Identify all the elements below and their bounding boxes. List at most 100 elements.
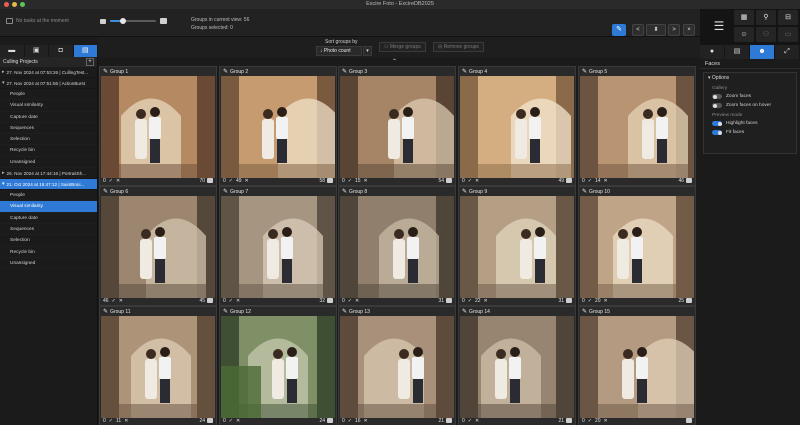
next-button[interactable]: > [668,24,680,36]
minimize-window-icon[interactable] [12,2,17,7]
remove-groups-button[interactable]: ⊟ Remove groups [433,42,484,52]
face-option-toggle[interactable]: Fit faces [704,128,796,137]
toggle-switch[interactable] [712,103,722,108]
check-icon[interactable]: ✓ [468,178,472,184]
filter-icon[interactable]: ⊟ [778,10,798,25]
project-subitem[interactable]: Capture date [0,112,97,123]
project-subitem[interactable]: Recycle bin [0,145,97,157]
reject-icon[interactable]: ✕ [236,418,240,424]
culling-tool-icon[interactable]: ☰ [708,15,730,37]
check-icon[interactable]: ✓ [112,298,116,304]
project-subitem[interactable]: Sequences [0,123,97,135]
check-icon[interactable]: ✓ [348,298,352,304]
check-icon[interactable]: ✓ [588,298,592,304]
edit-group-icon[interactable]: ✎ [582,68,587,75]
stack-icon[interactable] [327,418,333,423]
reject-icon[interactable]: ✕ [364,178,368,184]
edit-group-icon[interactable]: ✎ [582,308,587,315]
reject-icon[interactable]: ✕ [604,178,608,184]
project-subitem[interactable]: Unassigned [0,157,97,169]
edit-group-icon[interactable]: ✎ [103,188,108,195]
merge-groups-button[interactable]: ⚇ Merge groups [379,42,426,52]
check-icon[interactable]: ✓ [229,298,233,304]
edit-group-icon[interactable]: ✎ [462,68,467,75]
group-photo[interactable] [580,196,694,298]
toggle-switch[interactable] [712,130,722,135]
group-cell[interactable]: ✎ Group 15 0 ✓ 20 ✕ [578,306,696,425]
group-photo[interactable] [340,196,454,298]
check-icon[interactable]: ✓ [229,178,233,184]
options-toggle[interactable]: ▾ Options [704,73,796,83]
group-photo[interactable] [221,76,335,178]
window-controls[interactable] [4,2,25,7]
edit-group-icon[interactable]: ✎ [103,308,108,315]
stack-icon[interactable] [686,178,692,183]
face-icon[interactable]: ☺ [734,27,754,42]
check-icon[interactable]: ✓ [348,178,352,184]
group-photo[interactable] [460,316,574,418]
group-cell[interactable]: ✎ Group 9 0 ✓ 22 ✕ 31 [458,186,576,306]
check-icon[interactable]: ✓ [468,418,472,424]
group-cell[interactable]: ✎ Group 8 0 ✓ ✕ 31 [338,186,456,306]
project-item[interactable]: ▸ 27. Nov 2024 at 07:53:26 | CullingTest.… [0,67,97,78]
group-photo[interactable] [340,316,454,418]
project-subitem[interactable]: Selection [0,235,97,247]
tab-folders[interactable]: ▬ [0,45,25,57]
stack-icon[interactable] [686,298,692,303]
sort-select[interactable]: ↓ Photo count [316,46,362,56]
group-cell[interactable]: ✎ Group 5 0 ✓ 14 ✕ 46 [578,66,696,186]
check-icon[interactable]: ✓ [588,418,592,424]
tab-info[interactable]: ● [700,45,725,59]
close-view-button[interactable]: × [683,24,695,36]
prev-button[interactable]: < [632,24,644,36]
stack-icon[interactable] [446,178,452,183]
check-icon[interactable]: ✓ [109,178,113,184]
check-icon[interactable]: ✓ [468,298,472,304]
stack-icon[interactable] [327,298,333,303]
project-item[interactable]: ▾ 21. Oct 2024 at 16:47:12 | SaintBoni... [0,179,97,191]
collapsed-chevron-icon[interactable]: ▸ [2,69,5,75]
group-photo[interactable] [101,76,215,178]
project-subitem[interactable]: Visual similarity [0,201,97,213]
check-icon[interactable]: ✓ [229,418,233,424]
grid-view-icon[interactable]: ▦ [734,10,754,25]
group-photo[interactable] [580,316,694,418]
expanded-chevron-icon[interactable]: ▾ [2,80,5,86]
reject-icon[interactable]: ✕ [124,418,128,424]
export-icon[interactable]: ▭ [778,27,798,42]
edit-group-icon[interactable]: ✎ [223,68,228,75]
group-photo[interactable] [101,196,215,298]
check-icon[interactable]: ✓ [109,418,113,424]
face-option-toggle[interactable]: Zoom faces on hover [704,101,796,110]
location-icon[interactable]: ⚲ [756,10,776,25]
edit-group-icon[interactable]: ✎ [342,68,347,75]
check-icon[interactable]: ✓ [348,418,352,424]
check-icon[interactable]: ✓ [588,178,592,184]
edit-group-icon[interactable]: ✎ [462,308,467,315]
edit-group-icon[interactable]: ✎ [342,188,347,195]
project-subitem[interactable]: People [0,190,97,202]
edit-group-icon[interactable]: ✎ [582,188,587,195]
project-subitem[interactable]: Unassigned [0,258,97,270]
reject-icon[interactable]: ✕ [116,178,120,184]
group-photo[interactable] [580,76,694,178]
sort-dropdown-button[interactable]: ▾ [363,46,372,56]
face-option-toggle[interactable]: Highlight faces [704,119,796,128]
edit-group-icon[interactable]: ✎ [223,308,228,315]
reject-icon[interactable]: ✕ [119,298,123,304]
zoom-slider[interactable] [110,18,156,24]
expanded-chevron-icon[interactable]: ▾ [2,181,5,187]
group-cell[interactable]: ✎ Group 11 0 ✓ 11 ✕ 24 [99,306,217,425]
group-cell[interactable]: ✎ Group 14 0 ✓ ✕ 21 [458,306,576,425]
reject-icon[interactable]: ✕ [245,178,249,184]
group-photo[interactable] [460,196,574,298]
stack-icon[interactable] [327,178,333,183]
add-project-button[interactable]: + [86,58,94,66]
edit-group-icon[interactable]: ✎ [342,308,347,315]
tab-collections[interactable]: ▣ [25,45,49,57]
maximize-window-icon[interactable] [20,2,25,7]
stack-icon[interactable] [207,178,213,183]
group-cell[interactable]: ✎ Group 13 0 ✓ 16 ✕ 21 [338,306,456,425]
stack-icon[interactable] [446,298,452,303]
project-subitem[interactable]: Visual similarity [0,100,97,112]
